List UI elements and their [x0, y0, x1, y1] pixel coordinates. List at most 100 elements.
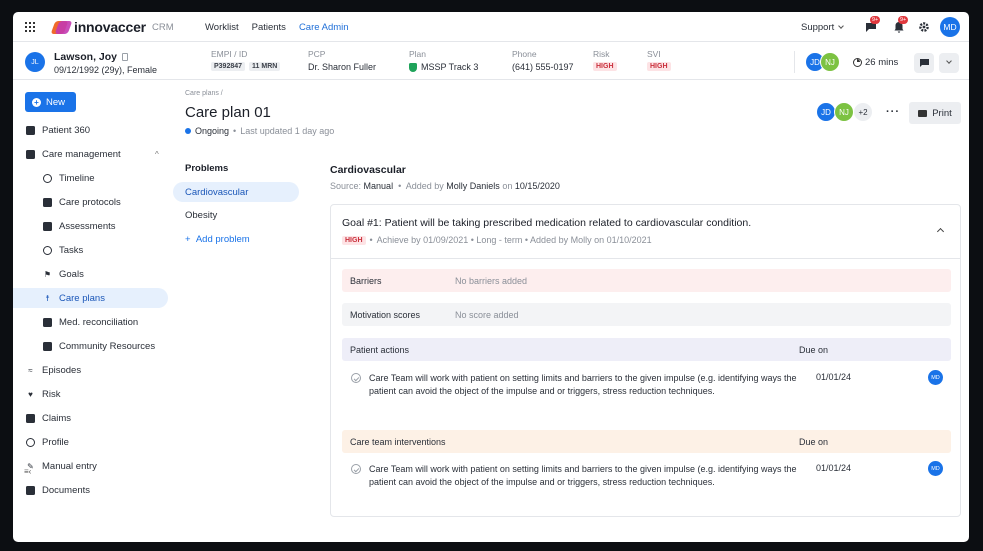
problem-label: Obesity: [185, 209, 218, 221]
shield-check-icon: [409, 62, 417, 72]
goal-title: Goal #1: Patient will be taking prescrib…: [342, 217, 752, 229]
problems-heading: Problems: [185, 163, 229, 174]
intervention-text: Care Team will work with patient on sett…: [369, 464, 797, 487]
user-avatar[interactable]: MD: [940, 17, 960, 37]
more-icon[interactable]: ···: [886, 106, 900, 118]
nav-links: Worklist Patients Care Admin: [205, 22, 349, 33]
team-avatar-nj[interactable]: NJ: [820, 52, 840, 72]
sidebar-item-risk[interactable]: ♥ Risk: [13, 384, 168, 404]
collaborator-avatar-jd[interactable]: JD: [816, 102, 836, 122]
risk-field: Risk HIGH: [593, 49, 617, 71]
chevron-up-icon: ^: [155, 149, 159, 159]
problem-label: Cardiovascular: [185, 186, 249, 198]
session-timer: 26 mins: [853, 57, 898, 68]
chevron-down-icon: [946, 58, 952, 64]
nav-link-worklist[interactable]: Worklist: [205, 22, 239, 33]
action-due-date: 01/01/24: [816, 372, 852, 382]
bell-icon[interactable]: 9+: [893, 16, 909, 33]
patient-action-item: Care Team will work with patient on sett…: [342, 370, 951, 402]
sidebar-item-community-resources[interactable]: Community Resources: [13, 336, 168, 356]
sidebar-item-patient-360[interactable]: Patient 360: [13, 120, 168, 140]
plus-icon: +: [185, 234, 191, 245]
sidebar-item-label: Care protocols: [59, 196, 121, 208]
problem-item-cardiovascular[interactable]: Cardiovascular: [173, 182, 299, 202]
problem-item-obesity[interactable]: Obesity: [173, 205, 299, 225]
collapse-goal-icon[interactable]: [936, 227, 945, 236]
copy-icon[interactable]: [121, 53, 128, 61]
top-nav: innovaccer CRM Worklist Patients Care Ad…: [13, 12, 969, 42]
source-value: Manual: [363, 181, 394, 191]
sidebar-item-goals[interactable]: ⚑ Goals: [13, 264, 168, 284]
problem-source: Source: Manual • Added by Molly Daniels …: [330, 181, 560, 191]
phone-label: Phone: [512, 49, 537, 59]
add-problem-button[interactable]: + Add problem: [185, 234, 250, 245]
add-problem-label: Add problem: [195, 234, 250, 245]
message-button[interactable]: [914, 53, 934, 73]
patient-dob: 09/12/1992 (29y), Female: [54, 65, 158, 75]
sidebar-item-label: Care management: [42, 148, 121, 160]
risk-label: Risk: [593, 49, 610, 59]
sidebar-item-label: Manual entry: [42, 460, 97, 472]
goal-priority-badge: HIGH: [342, 235, 366, 245]
breadcrumb[interactable]: Care plans /: [185, 90, 223, 97]
sidebar-item-care-protocols[interactable]: Care protocols: [13, 192, 168, 212]
support-label: Support: [801, 22, 835, 33]
app-window: innovaccer CRM Worklist Patients Care Ad…: [13, 12, 969, 542]
sidebar-item-manual-entry[interactable]: ✎ Manual entry: [13, 456, 168, 476]
sidebar-item-claims[interactable]: Claims: [13, 408, 168, 428]
pcp-value: Dr. Sharon Fuller: [308, 62, 377, 72]
print-button[interactable]: Print: [909, 102, 961, 124]
barriers-label: Barriers: [350, 275, 382, 286]
patient-bar-divider: [794, 51, 795, 73]
collaborator-avatar-nj[interactable]: NJ: [834, 102, 854, 122]
status-separator: •: [233, 126, 237, 136]
problem-title: Cardiovascular: [330, 164, 406, 176]
brand-logo[interactable]: innovaccer: [50, 19, 146, 35]
sidebar-item-med-reconciliation[interactable]: Med. reconciliation: [13, 312, 168, 332]
sidebar-item-care-management[interactable]: Care management ^: [13, 144, 168, 164]
sidebar-item-label: Med. reconciliation: [59, 316, 139, 328]
logo-mark-icon: [50, 20, 73, 34]
motivation-value: No score added: [455, 309, 519, 320]
profile-icon: [26, 437, 35, 447]
new-button[interactable]: + New: [25, 92, 76, 112]
check-circle-icon[interactable]: [351, 464, 361, 474]
check-circle-icon[interactable]: [351, 373, 361, 383]
more-collaborators[interactable]: +2: [853, 102, 873, 122]
expand-patient-button[interactable]: [939, 53, 959, 73]
plan-value: MSSP Track 3: [421, 62, 479, 72]
action-owner-avatar[interactable]: MD: [928, 370, 943, 385]
brand-name: innovaccer: [74, 19, 146, 35]
chevron-down-icon: [838, 23, 845, 29]
status-text: Ongoing: [195, 126, 230, 136]
care-plan-status: Ongoing • Last updated 1 day ago: [185, 126, 334, 136]
intervention-owner-avatar[interactable]: MD: [928, 461, 943, 476]
sidebar-item-label: Profile: [42, 436, 69, 448]
empi-field: EMPI / ID P392847 11 MRN: [211, 49, 281, 71]
support-menu[interactable]: Support: [801, 22, 845, 33]
collapse-sidebar-icon[interactable]: ≡‹: [24, 467, 31, 476]
app-grid-icon[interactable]: [25, 22, 35, 32]
patient-icon: [26, 125, 35, 135]
sidebar-item-label: Risk: [42, 388, 61, 400]
sidebar-item-assessments[interactable]: Assessments: [13, 216, 168, 236]
sidebar-item-episodes[interactable]: ≈ Episodes: [13, 360, 168, 380]
sidebar-item-tasks[interactable]: Tasks: [13, 240, 168, 260]
sidebar: + New Patient 360 Care management ^ Timeli…: [13, 80, 173, 542]
patient-avatar: JL: [25, 52, 45, 72]
patient-name[interactable]: Lawson, Joy: [54, 51, 128, 63]
sidebar-item-timeline[interactable]: Timeline: [13, 168, 168, 188]
sidebar-item-label: Claims: [42, 412, 72, 424]
chat-icon[interactable]: 9+: [865, 16, 881, 33]
sidebar-item-documents[interactable]: Documents: [13, 480, 168, 500]
plan-field: Plan MSSP Track 3: [409, 49, 478, 72]
gear-icon[interactable]: [918, 21, 930, 33]
motivation-row: Motivation scores No score added: [342, 303, 951, 326]
nav-link-patients[interactable]: Patients: [252, 22, 286, 33]
patient-name-text: Lawson, Joy: [54, 51, 118, 63]
nav-link-care-admin[interactable]: Care Admin: [299, 22, 349, 33]
assessment-icon: [43, 221, 52, 231]
sidebar-item-care-plans[interactable]: ☨ Care plans: [13, 288, 168, 308]
pcp-field: PCP Dr. Sharon Fuller: [308, 49, 376, 72]
sidebar-item-profile[interactable]: Profile: [13, 432, 168, 452]
